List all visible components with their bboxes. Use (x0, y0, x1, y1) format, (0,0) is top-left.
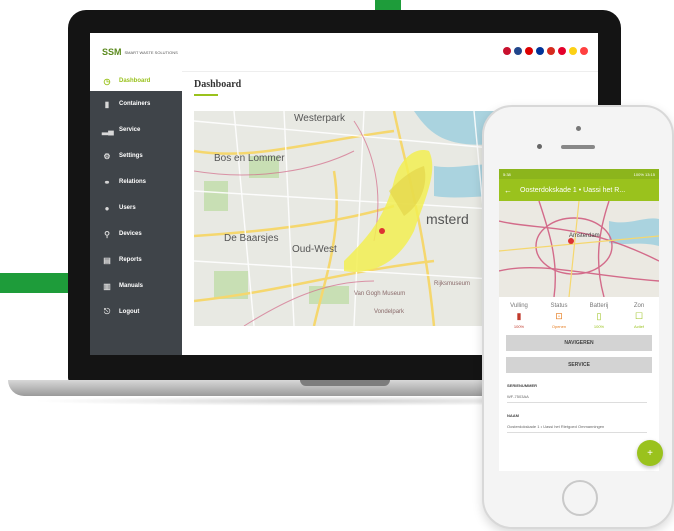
status-title: Status (550, 303, 568, 309)
service-button[interactable]: SERVICE (506, 357, 652, 373)
map-label-small: Vondelpark (374, 309, 405, 315)
name-label: NAAM (507, 413, 519, 418)
phone-frame: 5:38 100% 13:15 ← Oosterdokskade 1 • Uas… (482, 105, 674, 529)
language-flag-icon[interactable] (536, 47, 544, 55)
brand-accent-bar-left (0, 273, 70, 293)
gear-icon: ⚙ (103, 151, 111, 161)
phone-map-roads (499, 201, 659, 297)
sidebar-item-manuals[interactable]: ▥ Manuals (90, 273, 182, 299)
serial-number-value: WF-7503AA (507, 394, 647, 403)
language-flag-icon[interactable] (525, 47, 533, 55)
back-arrow-icon[interactable]: ← (504, 186, 512, 195)
status-value: 100% (593, 324, 605, 329)
phone-camera (537, 144, 542, 149)
sidebar-item-label: Containers (119, 101, 151, 107)
language-flag-icon[interactable] (558, 47, 566, 55)
sidebar-item-logout[interactable]: ⎋ Logout (90, 299, 182, 325)
map-label: Westerpark (294, 113, 345, 124)
status-title: Zon (633, 303, 645, 309)
city-map[interactable]: Westerpark Bos en Lommer De Baarsjes Oud… (194, 111, 524, 326)
sidebar-item-label: Reports (119, 257, 142, 263)
language-flags (503, 47, 588, 55)
status-value: Actief (633, 324, 644, 329)
report-icon: ▤ (103, 255, 111, 265)
chart-icon: ▂▄ (102, 125, 114, 135)
device-icon: ⚲ (104, 229, 110, 239)
status-sun: Zon ☐ Actief (620, 303, 658, 329)
sidebar-item-users[interactable]: ● Users (90, 195, 182, 221)
container-icon: ▮ (104, 99, 110, 109)
bin-icon: ▮ (516, 311, 522, 321)
laptop-notch (300, 380, 390, 386)
phone-map-label: Amsterdam (569, 233, 600, 239)
logo[interactable]: SSM SMART WASTE SOLUTIONS (90, 33, 182, 71)
sidebar-item-label: Logout (119, 309, 140, 315)
navigate-button[interactable]: NAVIGEREN (506, 335, 652, 351)
map-label: Bos en Lommer (214, 153, 285, 164)
sun-icon: ☐ (634, 311, 644, 321)
sidebar-item-relations[interactable]: ⚭ Relations (90, 169, 182, 195)
phone-speaker (561, 145, 595, 149)
phone-screen: 5:38 100% 13:15 ← Oosterdokskade 1 • Uas… (499, 169, 659, 471)
battery-icon: ▯ (596, 311, 602, 321)
phone-app-title: Oosterdokskade 1 • Uassi het R... (520, 186, 626, 194)
user-icon: ● (104, 203, 110, 213)
sidebar-item-service[interactable]: ▂▄ Service (90, 117, 182, 143)
sidebar-item-label: Service (119, 127, 141, 133)
status-title: Vulling (510, 303, 528, 309)
top-bar (182, 33, 598, 72)
sidebar-item-label: Settings (119, 153, 143, 159)
language-flag-icon[interactable] (514, 47, 522, 55)
status-title: Batterij (589, 303, 609, 309)
sidebar-item-devices[interactable]: ⚲ Devices (90, 221, 182, 247)
name-value: Oosterdokskade 1 • Uassi het Rietgoed Om… (507, 424, 647, 433)
sidebar-item-label: Users (119, 205, 136, 211)
relations-icon: ⚭ (103, 177, 111, 187)
map-label-small: Van Gogh Museum (354, 291, 406, 297)
logout-icon: ⎋ (103, 307, 111, 316)
add-fab-button[interactable]: + (637, 440, 663, 466)
logo-subtitle: SMART WASTE SOLUTIONS (124, 49, 178, 55)
home-button[interactable] (562, 480, 598, 516)
phone-sensor (576, 126, 581, 131)
sidebar: SSM SMART WASTE SOLUTIONS ◷ Dashboard ▮ … (90, 33, 182, 355)
language-flag-icon[interactable] (547, 47, 555, 55)
page-title: Dashboard (194, 79, 242, 90)
sidebar-item-settings[interactable]: ⚙ Settings (90, 143, 182, 169)
status-time: 5:38 (503, 171, 511, 177)
map-label: Oud-West (292, 244, 337, 255)
sidebar-item-containers[interactable]: ▮ Containers (90, 91, 182, 117)
sidebar-item-label: Relations (119, 179, 147, 185)
sidebar-item-label: Dashboard (119, 78, 151, 84)
sidebar-item-label: Manuals (119, 283, 144, 289)
map-label: De Baarsjes (224, 233, 279, 244)
phone-status-bar: 5:38 100% 13:15 (499, 169, 659, 179)
status-lock: Status ⊡ Openen (540, 303, 578, 329)
container-status-row: Vulling ▮ 100% Status ⊡ Openen Batterij … (499, 297, 659, 329)
phone-map[interactable]: Amsterdam (499, 201, 659, 297)
logo-mark: SSM (102, 46, 122, 57)
language-flag-icon[interactable] (580, 47, 588, 55)
sidebar-item-label: Devices (119, 231, 142, 237)
language-flag-icon[interactable] (569, 47, 577, 55)
status-value: 100% (513, 324, 525, 329)
sidebar-item-reports[interactable]: ▤ Reports (90, 247, 182, 273)
page-title-underline (194, 94, 218, 96)
map-label-small: Rijksmuseum (434, 281, 471, 287)
dashboard-icon: ◷ (103, 76, 111, 86)
book-icon: ▥ (103, 281, 111, 291)
sidebar-item-dashboard[interactable]: ◷ Dashboard (90, 71, 182, 91)
map-label: msterd (426, 211, 469, 227)
serial-number-label: SERIENUMMER (507, 383, 538, 388)
language-flag-icon[interactable] (503, 47, 511, 55)
lock-icon: ⊡ (555, 311, 563, 321)
status-battery: 100% 13:15 (633, 171, 655, 177)
status-battery: Batterij ▯ 100% (580, 303, 618, 329)
phone-app-bar: ← Oosterdokskade 1 • Uassi het R... (499, 179, 659, 201)
status-value: Openen (551, 324, 567, 329)
status-fill: Vulling ▮ 100% (500, 303, 538, 329)
